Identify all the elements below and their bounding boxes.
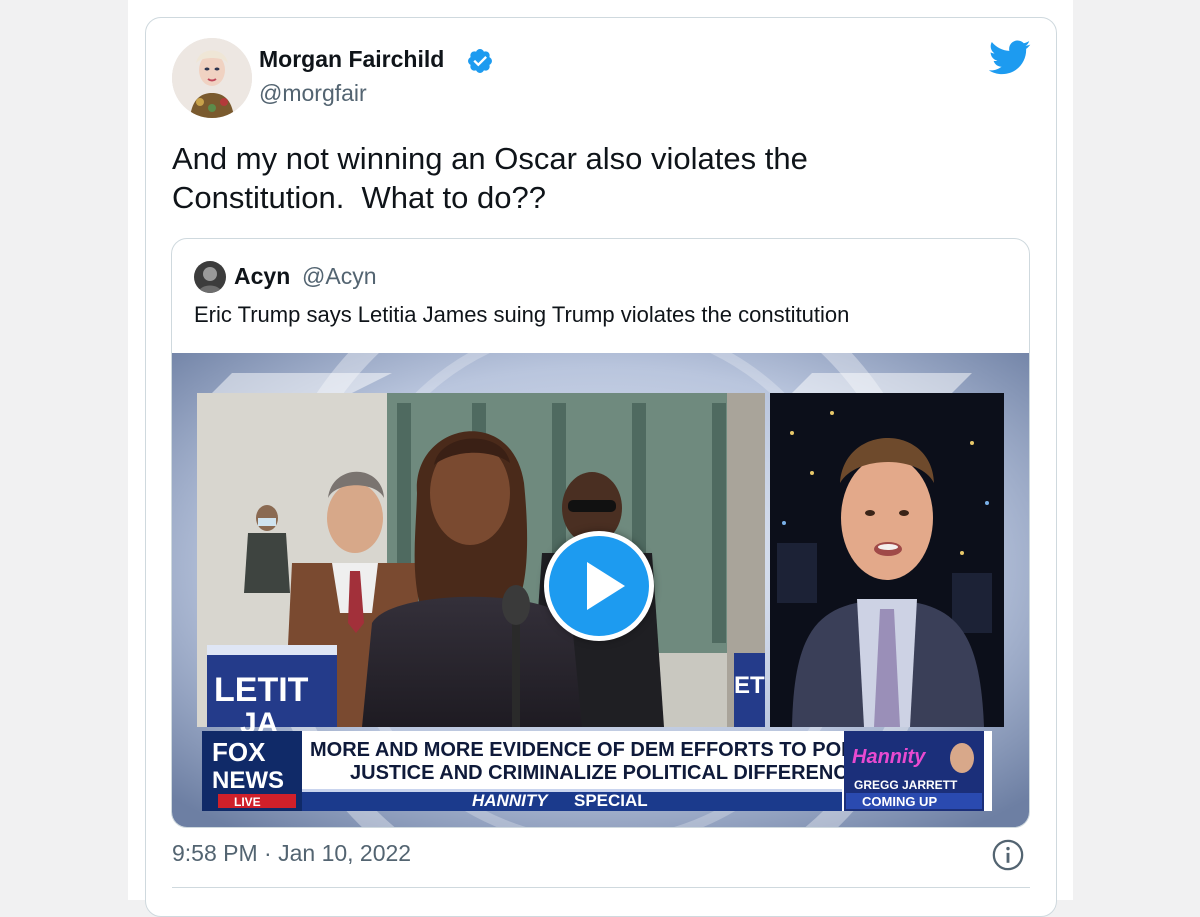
quoted-tweet-text: Eric Trump says Letitia James suing Trum… — [194, 302, 850, 327]
show-bar-bold: HANNITY — [472, 791, 549, 810]
sign-text-right: ET — [734, 672, 765, 699]
video-player[interactable]: LETIT JA ET FOX NEWS LIVE MORE AND MORE … — [172, 353, 1029, 827]
author-name[interactable]: Morgan Fairchild — [259, 46, 444, 73]
headline-line2: JUSTICE AND CRIMINALIZE POLITICAL DIFFER… — [350, 762, 874, 784]
sign-text: LETIT — [214, 671, 309, 709]
author-handle[interactable]: @morgfair — [259, 80, 367, 107]
play-icon — [587, 562, 625, 610]
play-button[interactable] — [544, 531, 654, 641]
quoted-avatar-image — [194, 261, 226, 293]
show-bar-rest: SPECIAL — [574, 791, 648, 810]
divider — [172, 887, 1030, 888]
quoted-tweet-card[interactable]: Acyn @Acyn Eric Trump says Letitia James… — [171, 238, 1030, 828]
quoted-author-handle[interactable]: @Acyn — [302, 263, 376, 290]
network-logo-line1: FOX — [212, 737, 266, 767]
info-icon[interactable] — [991, 838, 1025, 872]
network-logo-line2: NEWS — [212, 767, 284, 794]
verified-badge-icon — [468, 49, 492, 73]
promo-coming: COMING UP — [862, 794, 937, 809]
promo-name: GREGG JARRETT — [854, 778, 958, 792]
author-avatar[interactable] — [172, 38, 252, 118]
quoted-author-name[interactable]: Acyn — [234, 263, 290, 290]
headline-line1: MORE AND MORE EVIDENCE OF DEM EFFORTS TO… — [310, 739, 922, 761]
tweet-timestamp[interactable]: 9:58 PM · Jan 10, 2022 — [172, 840, 411, 867]
author-avatar-image — [172, 38, 252, 118]
promo-logo: Hannity — [852, 746, 926, 768]
tweet-text: And my not winning an Oscar also violate… — [172, 141, 808, 215]
quoted-author-avatar[interactable] — [194, 261, 226, 293]
twitter-bird-icon[interactable] — [989, 40, 1031, 76]
live-badge: LIVE — [234, 795, 261, 809]
